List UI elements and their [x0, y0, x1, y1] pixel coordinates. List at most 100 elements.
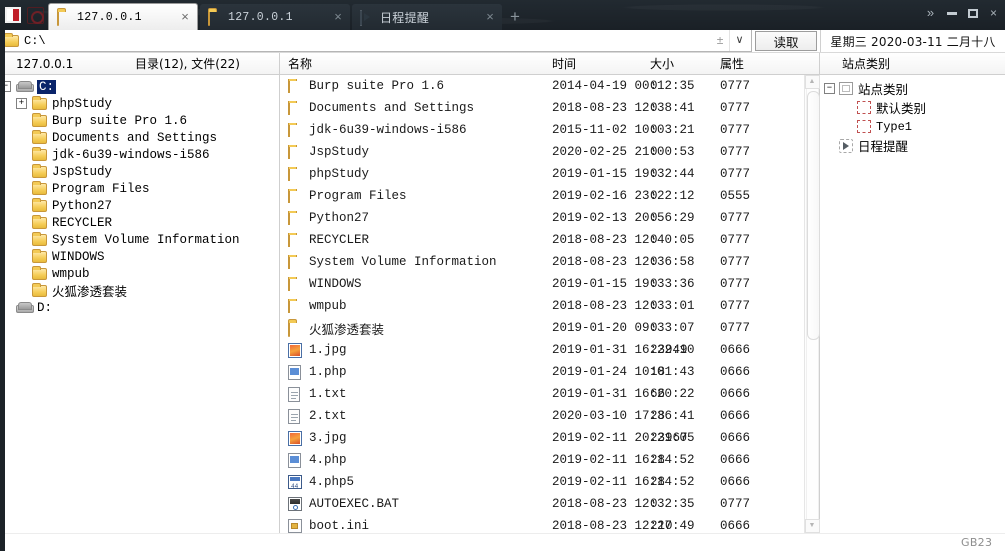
site-tree-item[interactable]: Type1 — [820, 117, 1005, 136]
site-tree-item[interactable]: 日程提醒 — [820, 136, 1005, 155]
tree-item[interactable]: JspStudy — [0, 163, 279, 180]
table-row[interactable]: WINDOWS 2019-01-15 19:33:36 0 0777 — [280, 273, 804, 295]
cell-attr: 0777 — [720, 145, 751, 159]
file-name: 2.txt — [309, 409, 347, 423]
file-name: boot.ini — [309, 519, 370, 533]
tree-item[interactable]: Documents and Settings — [0, 129, 279, 146]
cell-attr: 0777 — [720, 497, 751, 511]
tree-item[interactable]: Python27 — [0, 197, 279, 214]
cell-time: 2019-01-24 10:01:43 — [552, 365, 695, 379]
folder-icon — [32, 214, 47, 229]
table-row[interactable]: Documents and Settings 2018-08-23 12:38:4… — [280, 97, 804, 119]
table-row[interactable]: 1.php 2019-01-24 10:01:43 18 0666 — [280, 361, 804, 383]
tree-item[interactable]: Burp suite Pro 1.6 — [0, 112, 279, 129]
directory-tree[interactable]: − C: + phpStudy Burp suite Pro 1.6 Documents … — [0, 75, 279, 533]
collapse-icon[interactable]: − — [824, 83, 835, 94]
tab-schedule-reminder[interactable]: 日程提醒 × — [352, 4, 502, 30]
table-row[interactable]: RECYCLER 2018-08-23 12:40:05 0 0777 — [280, 229, 804, 251]
close-icon[interactable]: × — [482, 9, 498, 25]
maximize-icon[interactable] — [963, 4, 982, 22]
cell-time: 2018-08-23 12:38:41 — [552, 101, 695, 115]
overflow-chevron-icon[interactable]: » — [921, 4, 940, 22]
table-row[interactable]: boot.ini 2018-08-23 12:27:49 210 0666 — [280, 515, 804, 533]
column-header-size[interactable]: 大小 — [650, 55, 720, 72]
cell-size: 0 — [650, 123, 658, 137]
drive-icon — [16, 81, 34, 92]
expand-icon[interactable]: + — [16, 98, 27, 109]
column-header-name[interactable]: 名称 — [280, 55, 552, 72]
table-row[interactable]: 火狐渗透套装 2019-01-20 09:33:07 0 0777 — [280, 317, 804, 339]
chevron-down-icon[interactable]: ∨ — [729, 30, 749, 51]
date-display: 星期三 2020-03-11 二月十八 — [820, 30, 1005, 52]
table-row[interactable]: AUTOEXEC.BAT 2018-08-23 12:32:35 0 0777 — [280, 493, 804, 515]
tree-item[interactable]: WINDOWS — [0, 248, 279, 265]
table-row[interactable]: 3.jpg 2019-02-11 20:21:05 23967 0666 — [280, 427, 804, 449]
tree-item[interactable]: − C: — [0, 78, 279, 95]
file-list-scrollbar[interactable]: ▲ ▼ — [804, 75, 820, 533]
path-input[interactable]: C:\ ± ∨ — [0, 30, 752, 52]
pin-icon[interactable]: ± — [711, 30, 729, 51]
table-row[interactable]: 2.txt 2020-03-10 17:36:41 28 0666 — [280, 405, 804, 427]
table-row[interactable]: 1.txt 2019-01-31 16:20:22 66 0666 — [280, 383, 804, 405]
jpg-file-icon — [288, 430, 303, 446]
scroll-up-button[interactable]: ▲ — [804, 75, 820, 89]
tree-item[interactable]: 火狐渗透套装 — [0, 282, 279, 299]
tab-127-0-0-1-secondary[interactable]: 127.0.0.1 × — [200, 4, 350, 30]
tree-item[interactable]: D: — [0, 299, 279, 316]
close-icon[interactable]: × — [984, 4, 1003, 22]
cell-time: 2019-01-31 16:20:22 — [552, 387, 695, 401]
site-category-tree[interactable]: − 站点类别 默认类别 Type1 日程提醒 — [820, 75, 1005, 533]
cell-size: 0 — [650, 255, 658, 269]
cell-name: jdk-6u39-windows-i586 — [280, 123, 552, 137]
tree-item[interactable]: + phpStudy — [0, 95, 279, 112]
site-tree-item[interactable]: − 站点类别 — [820, 79, 1005, 98]
cell-name: phpStudy — [280, 167, 552, 181]
scrollbar-thumb[interactable] — [806, 91, 820, 341]
scroll-down-button[interactable]: ▼ — [804, 519, 820, 533]
main-body: 127.0.0.1 目录(12), 文件(22) − C: + phpStudy Bur… — [0, 53, 1005, 533]
cell-size: 0 — [650, 233, 658, 247]
column-header-time[interactable]: 时间 — [552, 55, 650, 72]
cell-time: 2019-02-11 16:14:52 — [552, 453, 695, 467]
table-row[interactable]: 44 4.php5 2019-02-11 16:14:52 28 0666 — [280, 471, 804, 493]
file-name: 1.php — [309, 365, 347, 379]
close-icon[interactable]: × — [177, 9, 193, 25]
new-tab-button[interactable]: + — [504, 4, 526, 30]
scrollbar-track[interactable] — [805, 89, 820, 519]
folder-icon — [32, 146, 47, 161]
tree-item[interactable]: Program Files — [0, 180, 279, 197]
cell-size: 0 — [650, 321, 658, 335]
table-row[interactable]: Burp suite Pro 1.6 2014-04-19 00:12:35 0 07… — [280, 75, 804, 97]
file-list[interactable]: Burp suite Pro 1.6 2014-04-19 00:12:35 0 07… — [280, 75, 804, 533]
cell-name: Burp suite Pro 1.6 — [280, 79, 552, 93]
table-row[interactable]: jdk-6u39-windows-i586 2015-11-02 10:03:21… — [280, 119, 804, 141]
minimize-icon[interactable] — [942, 4, 961, 22]
tab-bar: 127.0.0.1 × 127.0.0.1 × 日程提醒 × + — [48, 0, 526, 30]
target-icon — [27, 6, 44, 24]
tab-127-0-0-1-primary[interactable]: 127.0.0.1 × — [48, 3, 198, 30]
column-header-attr[interactable]: 属性 — [720, 55, 790, 72]
cell-name: 3.jpg — [280, 430, 552, 446]
directory-tree-pane: 127.0.0.1 目录(12), 文件(22) − C: + phpStudy Bur… — [0, 53, 280, 533]
table-row[interactable]: Python27 2019-02-13 20:56:29 0 0777 — [280, 207, 804, 229]
tree-item[interactable]: System Volume Information — [0, 231, 279, 248]
table-row[interactable]: 1.jpg 2019-01-31 16:22:10 23949 0666 — [280, 339, 804, 361]
close-icon[interactable]: × — [330, 9, 346, 25]
tree-item[interactable]: jdk-6u39-windows-i586 — [0, 146, 279, 163]
table-row[interactable]: 4.php 2019-02-11 16:14:52 28 0666 — [280, 449, 804, 471]
table-row[interactable]: phpStudy 2019-01-15 19:32:44 0 0777 — [280, 163, 804, 185]
table-row[interactable]: wmpub 2018-08-23 12:33:01 0 0777 — [280, 295, 804, 317]
table-row[interactable]: Program Files 2019-02-16 23:22:12 0 0555 — [280, 185, 804, 207]
site-tree-item[interactable]: 默认类别 — [820, 98, 1005, 117]
tree-item[interactable]: wmpub — [0, 265, 279, 282]
file-name: AUTOEXEC.BAT — [309, 497, 400, 511]
folder-icon — [288, 145, 303, 159]
tree-item[interactable]: RECYCLER — [0, 214, 279, 231]
tree-item-label: Program Files — [52, 181, 150, 196]
table-row[interactable]: JspStudy 2020-02-25 21:00:53 0 0777 — [280, 141, 804, 163]
table-row[interactable]: System Volume Information 2018-08-23 12:3… — [280, 251, 804, 273]
cell-attr: 0777 — [720, 255, 751, 269]
read-button[interactable]: 读取 — [755, 31, 817, 51]
